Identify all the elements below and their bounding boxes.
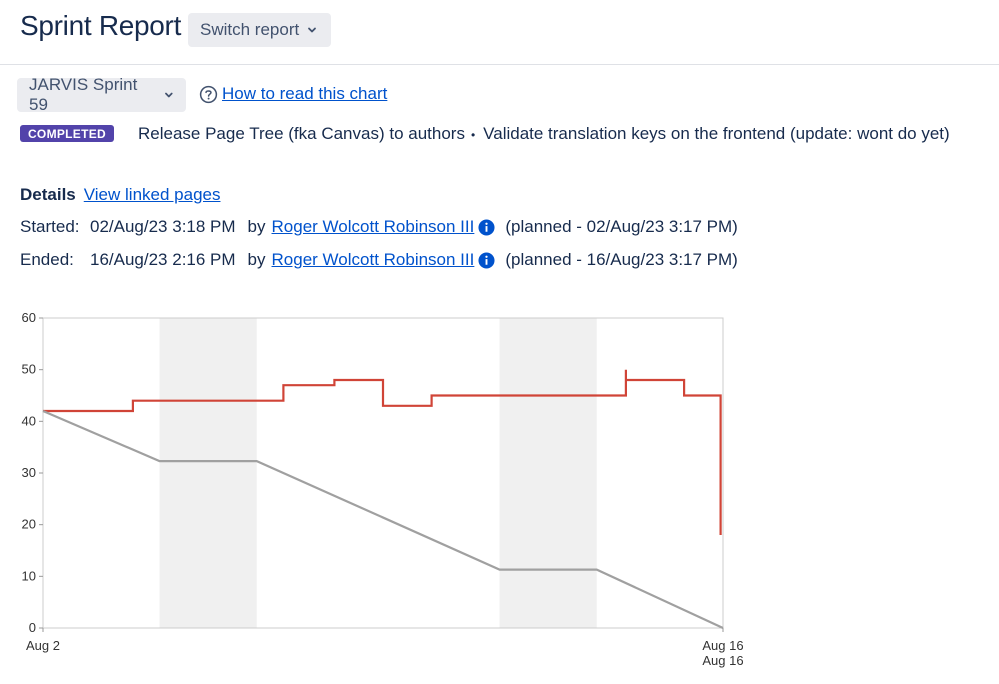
- how-to-read-link[interactable]: How to read this chart: [222, 84, 387, 104]
- y-tick-label: 10: [22, 568, 36, 583]
- y-tick-label: 20: [22, 517, 36, 532]
- question-circle-icon: [199, 85, 218, 103]
- info-icon[interactable]: [478, 218, 495, 236]
- ended-date: 16/Aug/23 2:16 PM: [90, 250, 236, 269]
- goal-separator: •: [470, 127, 476, 142]
- x-tick-label: Aug 2: [26, 638, 60, 653]
- burndown-chart: 0 10 20 30 40 50 60 Aug 2 Aug 16Aug 16: [22, 310, 744, 668]
- status-badge: COMPLETED: [20, 125, 114, 142]
- how-to-read-help: How to read this chart: [199, 84, 387, 104]
- started-planned: (planned - 02/Aug/23 3:17 PM): [505, 217, 738, 236]
- started-user-link[interactable]: Roger Wolcott Robinson III: [272, 217, 475, 237]
- started-row: Started: 02/Aug/23 3:18 PM by Roger Wolc…: [20, 217, 738, 237]
- sprint-goal-2: Validate translation keys on the fronten…: [483, 124, 950, 143]
- chevron-down-icon: [308, 27, 317, 33]
- started-label: Started:: [20, 217, 80, 236]
- info-icon[interactable]: [478, 251, 495, 269]
- non-working-band: [499, 318, 597, 628]
- remaining-values-line: [43, 369, 722, 535]
- y-tick-label: 60: [22, 310, 36, 325]
- non-working-band: [159, 318, 257, 628]
- ended-row: Ended: 16/Aug/23 2:16 PM by Roger Wolcot…: [20, 250, 738, 270]
- details-heading-row: Details View linked pages: [20, 185, 220, 205]
- sprint-goal-1: Release Page Tree (fka Canvas) to author…: [138, 124, 465, 143]
- y-tick-label: 50: [22, 362, 36, 377]
- switch-report-button[interactable]: Switch report: [188, 13, 331, 47]
- started-by: by: [247, 217, 266, 236]
- ended-user-link[interactable]: Roger Wolcott Robinson III: [272, 250, 475, 270]
- switch-report-label: Switch report: [200, 20, 300, 39]
- page-title: Sprint Report: [20, 10, 182, 41]
- y-tick-label: 40: [22, 413, 36, 428]
- guideline-line: [42, 409, 724, 629]
- ended-label: Ended:: [20, 250, 74, 269]
- chevron-down-icon: [165, 92, 173, 98]
- ended-planned: (planned - 16/Aug/23 3:17 PM): [505, 250, 738, 269]
- x-tick-label: Aug 16: [702, 653, 743, 668]
- y-tick-label: 30: [22, 465, 36, 480]
- report-header: Sprint Report Switch report: [0, 0, 999, 65]
- details-heading: Details: [20, 185, 76, 204]
- x-tick-label: Aug 16: [702, 638, 743, 653]
- y-tick-label: 0: [29, 620, 36, 635]
- sprint-select-label: JARVIS Sprint 59: [29, 75, 138, 114]
- ended-by: by: [247, 250, 266, 269]
- view-linked-pages-link[interactable]: View linked pages: [84, 185, 221, 204]
- sprint-select-button[interactable]: JARVIS Sprint 59: [17, 75, 186, 114]
- started-date: 02/Aug/23 3:18 PM: [90, 217, 236, 236]
- sprint-goals: Release Page Tree (fka Canvas) to author…: [138, 124, 950, 144]
